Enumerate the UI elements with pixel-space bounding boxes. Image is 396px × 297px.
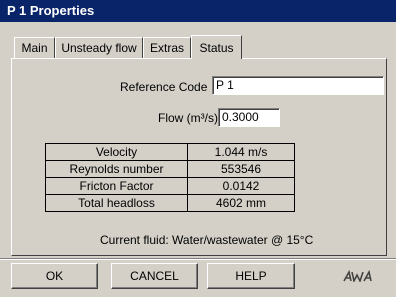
total-headloss-label: Total headloss xyxy=(45,194,188,212)
reference-code-label: Reference Code xyxy=(120,80,208,94)
current-fluid-text: Current fluid: Water/wastewater @ 15°C xyxy=(100,233,314,247)
friction-factor-label: Fricton Factor xyxy=(45,177,188,195)
help-button[interactable]: HELP xyxy=(207,263,295,289)
ok-button[interactable]: OK xyxy=(11,263,98,289)
table-row: Reynolds number 553546 xyxy=(45,160,295,178)
friction-factor-value: 0.0142 xyxy=(187,177,295,195)
awa-logo-icon xyxy=(343,269,372,284)
tab-status[interactable]: Status xyxy=(191,35,242,59)
tab-main[interactable]: Main xyxy=(14,37,55,58)
table-row: Total headloss 4602 mm xyxy=(45,194,295,212)
velocity-label: Velocity xyxy=(45,143,188,161)
flow-field[interactable]: 0.3000 xyxy=(218,108,280,127)
button-separator xyxy=(0,258,396,260)
reference-code-field[interactable]: P 1 xyxy=(212,76,384,95)
flow-label: Flow (m³/s) xyxy=(158,111,218,125)
total-headloss-value: 4602 mm xyxy=(187,194,295,212)
cancel-button[interactable]: CANCEL xyxy=(111,263,198,289)
tab-extras[interactable]: Extras xyxy=(143,37,191,58)
window-title: P 1 Properties xyxy=(0,0,396,22)
status-table: Velocity 1.044 m/s Reynolds number 55354… xyxy=(45,143,295,212)
velocity-value: 1.044 m/s xyxy=(187,143,295,161)
tab-unsteady-flow[interactable]: Unsteady flow xyxy=(55,37,143,58)
awa-logo xyxy=(343,269,379,285)
reynolds-number-label: Reynolds number xyxy=(45,160,188,178)
table-row: Fricton Factor 0.0142 xyxy=(45,177,295,195)
table-row: Velocity 1.044 m/s xyxy=(45,143,295,161)
reynolds-number-value: 553546 xyxy=(187,160,295,178)
